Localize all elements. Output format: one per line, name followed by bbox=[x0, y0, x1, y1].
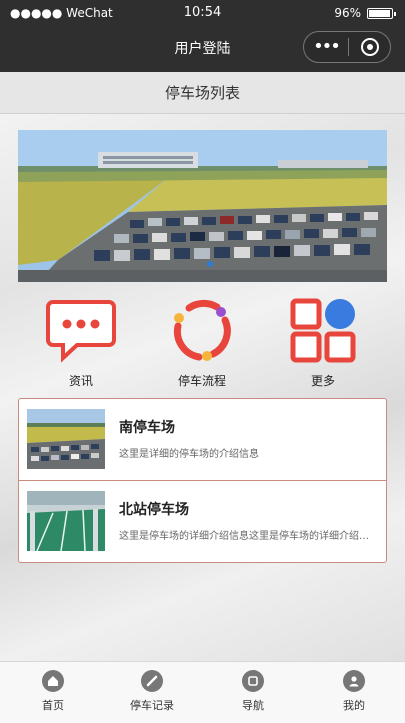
shortcut-parking-process[interactable]: 停车流程 bbox=[152, 298, 252, 389]
shortcut-more[interactable]: 更多 bbox=[273, 298, 373, 389]
parking-list: 南停车场 这里是详细的停车场的介绍信息 北站停车场 这里是停车场的详细介绍信息这… bbox=[18, 398, 387, 563]
list-item[interactable]: 南停车场 这里是详细的停车场的介绍信息 bbox=[19, 399, 386, 481]
battery-percent: 96% bbox=[334, 6, 361, 20]
tab-parking-records-label: 停车记录 bbox=[130, 699, 174, 712]
list-item[interactable]: 北站停车场 这里是停车场的详细介绍信息这里是停车场的详细介绍信息 bbox=[19, 481, 386, 563]
page-title: 停车场列表 bbox=[0, 72, 405, 114]
tab-mine-label: 我的 bbox=[343, 699, 365, 712]
shortcut-news[interactable]: 资讯 bbox=[31, 298, 131, 389]
tab-navigation[interactable]: 导航 bbox=[208, 670, 298, 713]
target-icon bbox=[360, 38, 379, 56]
more-dots-icon[interactable]: ••• bbox=[304, 32, 348, 62]
banner-carousel[interactable] bbox=[18, 130, 387, 282]
tab-parking-records[interactable]: 停车记录 bbox=[107, 670, 197, 713]
grid-more-icon bbox=[290, 298, 356, 363]
parking-garage-photo bbox=[27, 491, 105, 551]
mini-program-capsule: ••• bbox=[303, 31, 391, 63]
parking-lot-title: 北站停车场 bbox=[119, 502, 189, 518]
chat-bubble-icon bbox=[46, 300, 116, 363]
top-bar: ●●●●● WeChat 10:54 96% 用户登陆 ••• bbox=[0, 0, 405, 72]
battery-indicator: 96% bbox=[334, 6, 396, 20]
home-icon bbox=[42, 670, 64, 692]
status-bar: ●●●●● WeChat 10:54 96% bbox=[0, 0, 405, 28]
page-body: 停车场列表 资讯 停车流程 更多 南停车场 这里是详细的停车场的介绍信息 北站停… bbox=[0, 72, 405, 661]
battery-icon bbox=[367, 7, 396, 19]
shortcut-news-label: 资讯 bbox=[68, 374, 93, 388]
tab-navigation-label: 导航 bbox=[242, 699, 264, 712]
tab-mine[interactable]: 我的 bbox=[309, 670, 399, 713]
record-icon bbox=[141, 670, 163, 692]
tab-home[interactable]: 首页 bbox=[8, 670, 98, 713]
navigation-icon bbox=[242, 670, 264, 692]
shortcut-parking-process-label: 停车流程 bbox=[177, 374, 226, 388]
shortcut-grid: 资讯 停车流程 更多 bbox=[0, 298, 405, 394]
parking-lot-photo bbox=[27, 409, 105, 469]
carousel-indicator-active bbox=[207, 261, 213, 267]
parking-lot-title: 南停车场 bbox=[119, 420, 175, 436]
close-program-button[interactable] bbox=[349, 38, 390, 56]
bottom-tab-bar: 首页 停车记录 导航 我的 bbox=[0, 661, 405, 723]
parking-lot-desc: 这里是详细的停车场的介绍信息 bbox=[119, 449, 259, 460]
cycle-icon bbox=[173, 299, 231, 361]
parking-lot-aerial-photo bbox=[18, 130, 387, 282]
tab-home-label: 首页 bbox=[42, 699, 64, 712]
user-icon bbox=[343, 670, 365, 692]
parking-lot-desc: 这里是停车场的详细介绍信息这里是停车场的详细介绍信息 bbox=[119, 531, 377, 542]
shortcut-more-label: 更多 bbox=[310, 374, 335, 388]
